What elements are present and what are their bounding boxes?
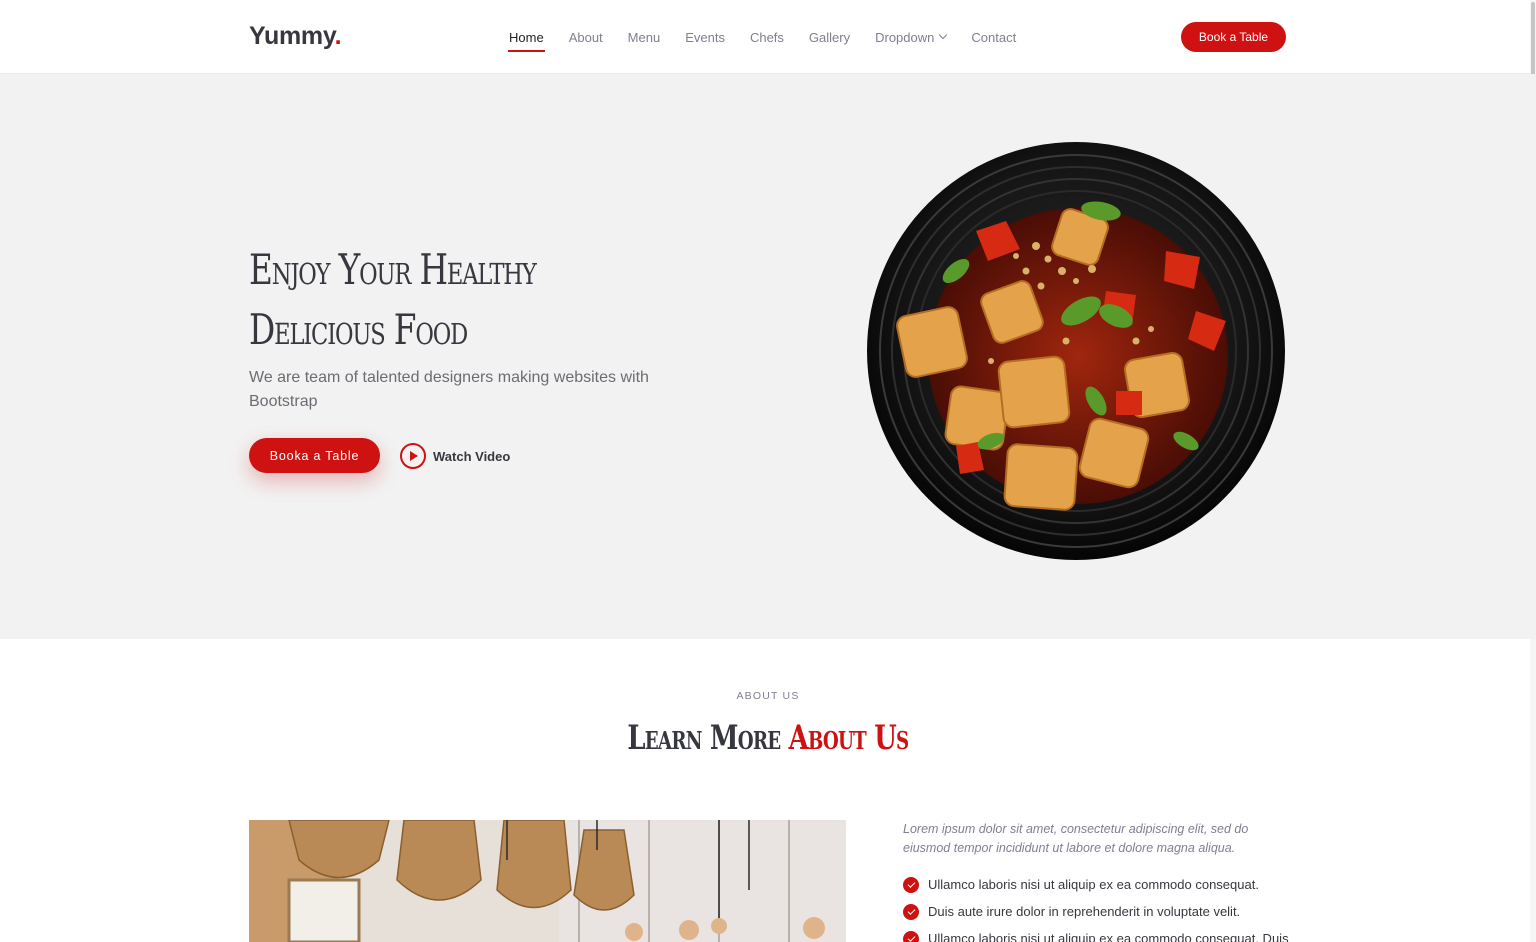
nav-item-chefs[interactable]: Chefs xyxy=(750,0,784,74)
restaurant-interior-image xyxy=(249,820,846,942)
logo-text[interactable]: Yummy xyxy=(249,22,335,50)
list-item-text: Duis aute irure dolor in reprehenderit i… xyxy=(928,904,1241,919)
hero-title: Enjoy Your Healthy Delicious Food xyxy=(249,240,655,360)
list-item-text: Ullamco laboris nisi ut aliquip ex ea co… xyxy=(928,877,1259,892)
about-eyebrow: ABOUT US xyxy=(736,690,800,702)
hero-description: We are team of talented designers making… xyxy=(249,369,649,410)
nav-item-dropdown-label: Dropdown xyxy=(875,29,935,45)
check-circle-icon xyxy=(903,930,919,942)
main-nav: Home About Menu Events Chefs Gallery Dro… xyxy=(508,0,1041,74)
watch-video-link[interactable]: Watch Video xyxy=(400,443,510,469)
nav-item-about[interactable]: About xyxy=(569,0,603,74)
nav-item-dropdown[interactable]: Dropdown xyxy=(875,0,948,74)
nav-item-menu[interactable]: Menu xyxy=(628,0,661,74)
nav-item-contact[interactable]: Contact xyxy=(971,0,1016,74)
nav-item-gallery[interactable]: Gallery xyxy=(809,0,850,74)
food-plate-image xyxy=(867,142,1285,560)
site-header: Yummy. Home About Menu Events Chefs Gall… xyxy=(0,0,1536,74)
nav-item-events[interactable]: Events xyxy=(685,0,725,74)
book-table-header-button[interactable]: Book a Table xyxy=(1181,22,1286,52)
check-circle-icon xyxy=(903,876,919,893)
book-table-hero-button[interactable]: Booka a Table xyxy=(249,438,380,473)
about-checklist: Ullamco laboris nisi ut aliquip ex ea co… xyxy=(903,871,1293,942)
about-title: Learn More About Us xyxy=(0,718,1536,758)
watch-video-label: Watch Video xyxy=(433,448,511,464)
logo[interactable]: Yummy. xyxy=(249,22,342,51)
about-title-main: Learn More xyxy=(627,718,781,758)
chevron-down-icon xyxy=(939,30,948,40)
hero-title-line1: Enjoy Your Healthy xyxy=(249,245,537,294)
check-circle-icon xyxy=(903,903,919,920)
nav-item-home[interactable]: Home xyxy=(508,0,545,74)
about-title-accent: About Us xyxy=(788,718,910,758)
hero-title-line2: Delicious Food xyxy=(249,305,468,354)
list-item: Ullamco laboris nisi ut aliquip ex ea co… xyxy=(903,925,1293,942)
list-item-text: Ullamco laboris nisi ut aliquip ex ea co… xyxy=(928,931,1289,942)
list-item: Ullamco laboris nisi ut aliquip ex ea co… xyxy=(903,871,1293,898)
play-icon[interactable] xyxy=(400,443,426,469)
list-item: Duis aute irure dolor in reprehenderit i… xyxy=(903,898,1293,925)
logo-dot: . xyxy=(334,22,342,50)
hero-section: Enjoy Your Healthy Delicious Food We are… xyxy=(0,74,1536,639)
about-intro-text: Lorem ipsum dolor sit amet, consectetur … xyxy=(903,822,1249,855)
